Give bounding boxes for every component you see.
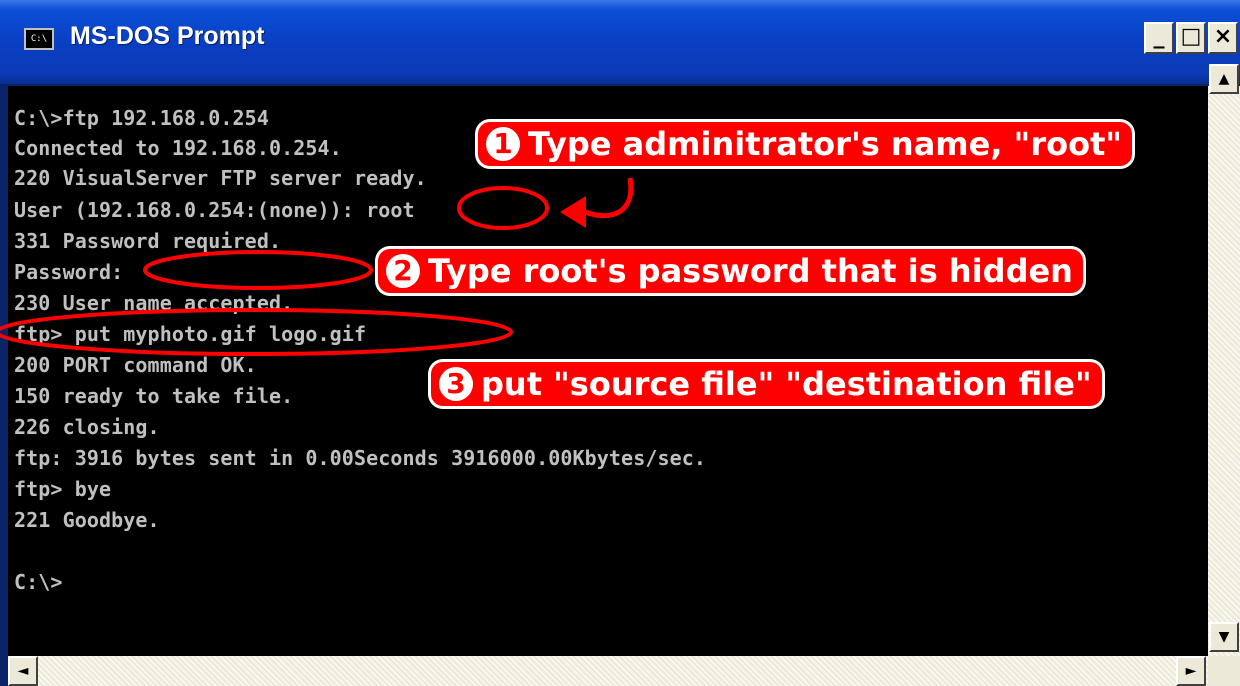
arrow-curve [584, 177, 634, 219]
annotation-3-text: put "source file" "destination file" [481, 365, 1092, 403]
annotation-1-number: 1 [486, 127, 520, 161]
annotation-2: 2 Type root's password that is hidden [378, 249, 1083, 293]
annotation-2-number: 2 [386, 254, 420, 288]
annotation-overlay [0, 177, 634, 356]
annotation-2-text: Type root's password that is hidden [428, 252, 1073, 290]
annotation-3: 3 put "source file" "destination file" [431, 362, 1102, 406]
arrow-head [560, 196, 586, 228]
annotation-3-number: 3 [439, 367, 473, 401]
root-highlight-ellipse [457, 186, 549, 230]
annotation-1-text: Type adminitrator's name, "root" [528, 125, 1123, 163]
put-command-highlight-ellipse [0, 308, 513, 356]
msdos-window: C:\ MS-DOS Prompt _ □ × C:\>ftp 192.168.… [0, 0, 1240, 686]
annotation-1: 1 Type adminitrator's name, "root" [478, 122, 1133, 166]
password-highlight-ellipse [143, 250, 373, 290]
